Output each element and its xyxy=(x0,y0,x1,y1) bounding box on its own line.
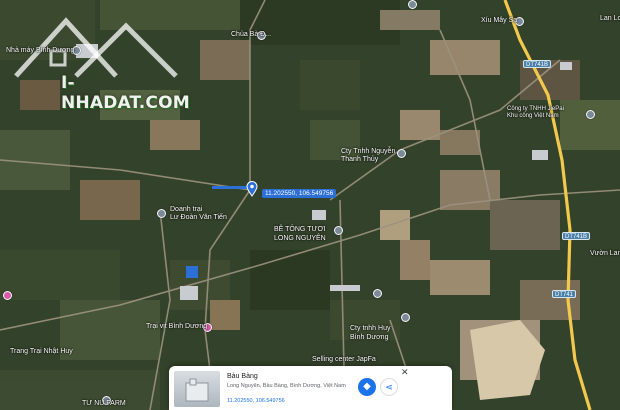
place-name: Bàu Bàng xyxy=(227,373,258,380)
selected-location-pin-icon[interactable] xyxy=(246,181,258,197)
place-pin-icon[interactable] xyxy=(157,209,166,218)
place-address: Long Nguyên, Bàu Bàng, Bình Dương, Việt … xyxy=(227,383,346,389)
share-icon: ⋖ xyxy=(385,382,393,392)
place-label[interactable]: Vườn Lan xyxy=(590,250,620,258)
road-shield: DT741B xyxy=(562,232,591,240)
close-icon: ✕ xyxy=(401,367,409,377)
directions-button[interactable]: ◆ xyxy=(358,378,376,396)
place-pin-icon[interactable] xyxy=(586,110,595,119)
selected-coordinates-label: 11.202550, 106.549756 xyxy=(262,189,337,198)
place-label[interactable]: Nhà máy Bình Dương xyxy=(6,47,74,55)
road-shield: DT741 xyxy=(552,290,577,298)
place-label[interactable]: Xíu Mây Sa xyxy=(481,17,517,25)
place-label[interactable]: Lan Lo xyxy=(600,15,620,23)
place-pin-icon[interactable] xyxy=(397,149,406,158)
satellite-map[interactable]: I-NHADAT.COM 11.202550, 106.549756 Nhà m… xyxy=(0,0,620,410)
hotel-pin-icon[interactable] xyxy=(3,291,12,300)
place-coordinates[interactable]: 11.202550, 106.549756 xyxy=(227,398,285,404)
share-button[interactable]: ⋖ xyxy=(380,378,398,396)
place-label[interactable]: Chùa Bà Đ... xyxy=(231,31,271,39)
close-button[interactable]: ✕ xyxy=(401,367,409,378)
watermark: I-NHADAT.COM xyxy=(6,6,196,113)
directions-icon: ◆ xyxy=(363,381,371,392)
place-thumbnail[interactable] xyxy=(174,371,220,407)
place-label[interactable]: Selling center JapFa xyxy=(312,356,376,364)
place-label[interactable]: Cty Tnhh Nguyễn Thanh Thủy xyxy=(341,148,395,164)
place-label[interactable]: Trại vịt Bình Dương xyxy=(146,323,207,331)
place-pin-icon[interactable] xyxy=(408,0,417,9)
road-shield: DT741B xyxy=(523,60,552,68)
place-label[interactable]: Cty tnhh Huy Bình Dương xyxy=(350,324,390,342)
place-pin-icon[interactable] xyxy=(373,289,382,298)
place-pin-icon[interactable] xyxy=(401,313,410,322)
place-label[interactable]: Công ty TNHH JiePai Khu công Việt Nam xyxy=(507,106,564,120)
place-label[interactable]: Trang Trại Nhật Huy xyxy=(10,348,73,356)
place-pin-icon[interactable] xyxy=(334,226,343,235)
place-info-card[interactable]: Bàu Bàng Long Nguyên, Bàu Bàng, Bình Dươ… xyxy=(169,366,452,410)
place-label[interactable]: Doanh trại Lư Đoàn Văn Tiến xyxy=(170,206,227,222)
watermark-text: I-NHADAT.COM xyxy=(61,73,190,113)
place-label[interactable]: BÊ TÔNG TƯƠI LONG NGUYÊN xyxy=(274,225,326,243)
place-label[interactable]: TƯ NU FARM xyxy=(82,400,126,408)
